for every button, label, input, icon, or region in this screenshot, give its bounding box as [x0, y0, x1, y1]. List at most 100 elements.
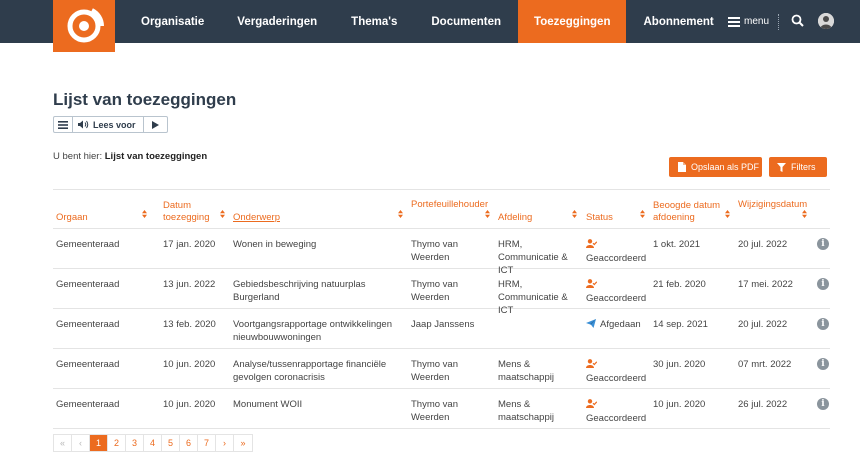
nav-item-themas[interactable]: Thema's	[334, 0, 414, 43]
column-header-onderwerp-label: Onderwerp	[233, 212, 280, 223]
cell-portfolio: Thymo van Weerden	[411, 239, 458, 263]
user-check-icon	[586, 279, 598, 292]
sort-icon[interactable]	[142, 210, 147, 218]
info-icon[interactable]: i	[817, 278, 829, 290]
sort-icon[interactable]	[802, 210, 807, 218]
column-header-datum[interactable]: Datum toezegging	[163, 190, 209, 230]
cell-due: 10 jun. 2020	[653, 399, 706, 410]
nav-item-organisatie[interactable]: Organisatie	[124, 0, 220, 43]
menu-button[interactable]: menu	[728, 0, 769, 43]
readspeaker-listen-button[interactable]: Lees voor	[73, 117, 143, 132]
user-check-icon	[586, 239, 598, 252]
status-label: Geaccordeerd	[586, 293, 647, 304]
sort-icon[interactable]	[640, 210, 645, 218]
table-row: Gemeenteraad 13 feb. 2020 Voortgangsrappor…	[53, 309, 830, 349]
pagination-page-1[interactable]: 1	[90, 435, 108, 451]
pagination-page-6[interactable]: 6	[180, 435, 198, 451]
user-check-icon	[586, 399, 598, 412]
column-header-wijzigingsdatum-label: Wijzigingsdatum	[738, 199, 808, 210]
cell-modified: 07 mrt. 2022	[738, 359, 792, 370]
sort-icon[interactable]	[398, 210, 403, 218]
nav-item-vergaderingen[interactable]: Vergaderingen	[220, 0, 334, 43]
info-icon[interactable]: i	[817, 358, 829, 370]
cell-organ: Gemeenteraad	[56, 359, 120, 370]
pagination-last-button[interactable]: »	[234, 435, 252, 451]
readspeaker-menu-button[interactable]	[54, 117, 73, 132]
sort-icon[interactable]	[220, 210, 225, 218]
column-header-beoogde-datum[interactable]: Beoogde datum afdoening	[653, 190, 720, 230]
info-icon[interactable]: i	[817, 238, 829, 250]
column-header-onderwerp[interactable]: Onderwerp	[233, 190, 280, 230]
column-header-datum-label-1: Datum	[163, 200, 191, 211]
nav-item-abonnement[interactable]: Abonnement	[626, 0, 730, 43]
table-row: Gemeenteraad 10 jun. 2020 Monument WOII Thy…	[53, 389, 830, 429]
cell-organ: Gemeenteraad	[56, 279, 120, 290]
pagination-prev-button[interactable]: ‹	[72, 435, 90, 451]
menu-label: menu	[744, 16, 770, 27]
column-header-orgaan[interactable]: Orgaan	[56, 190, 88, 230]
table-header: Orgaan Datum toezegging Onderwerp Portefe…	[53, 189, 830, 229]
pagination-page-4[interactable]: 4	[144, 435, 162, 451]
cell-organ: Gemeenteraad	[56, 399, 120, 410]
nav-item-toezeggingen[interactable]: Toezeggingen	[518, 0, 627, 43]
main-nav: Organisatie Vergaderingen Thema's Docume…	[124, 0, 731, 43]
column-header-status-label: Status	[586, 212, 613, 223]
sort-icon[interactable]	[485, 210, 490, 218]
nav-divider	[778, 14, 779, 30]
cell-subject: Voortgangsrapportage ontwikkelingen nieu…	[233, 319, 392, 343]
column-header-datum-label-2: toezegging	[163, 212, 210, 223]
cell-portfolio: Thymo van Weerden	[411, 279, 458, 303]
column-header-portefeuillehouder[interactable]: Portefeuillehouder	[411, 190, 488, 230]
pagination-page-2[interactable]: 2	[108, 435, 126, 451]
readspeaker-play-button[interactable]	[143, 117, 167, 132]
user-avatar[interactable]	[818, 13, 834, 29]
cell-subject: Wonen in beweging	[233, 239, 317, 250]
info-icon[interactable]: i	[817, 398, 829, 410]
filters-label: Filters	[791, 162, 816, 172]
save-pdf-button[interactable]: Opslaan als PDF	[669, 157, 762, 177]
user-check-icon	[586, 359, 598, 372]
nav-item-documenten[interactable]: Documenten	[414, 0, 518, 43]
breadcrumb: U bent hier: Lijst van toezeggingen	[53, 151, 207, 162]
column-header-beoogde-datum-label-2: afdoening	[653, 212, 695, 223]
cell-subject: Gebiedsbeschrijving natuurplas Burgerlan…	[233, 279, 366, 303]
column-header-afdeling[interactable]: Afdeling	[498, 190, 532, 230]
speaker-icon	[78, 120, 89, 129]
status-label: Geaccordeerd	[586, 413, 647, 424]
cell-portfolio: Thymo van Weerden	[411, 359, 458, 383]
sort-icon[interactable]	[572, 210, 577, 218]
column-header-afdeling-label: Afdeling	[498, 212, 533, 223]
sort-icon[interactable]	[725, 210, 730, 218]
site-logo[interactable]	[53, 0, 115, 52]
status-label: Geaccordeerd	[586, 253, 647, 264]
pagination-page-5[interactable]: 5	[162, 435, 180, 451]
cell-date: 13 jun. 2022	[163, 279, 216, 290]
column-header-wijzigingsdatum[interactable]: Wijzigingsdatum	[738, 190, 807, 230]
column-header-beoogde-datum-label-1: Beoogde datum	[653, 200, 721, 211]
cell-date: 10 jun. 2020	[163, 359, 216, 370]
cell-due: 30 jun. 2020	[653, 359, 706, 370]
cell-date: 10 jun. 2020	[163, 399, 216, 410]
cell-modified: 26 jul. 2022	[738, 399, 788, 410]
cell-organ: Gemeenteraad	[56, 239, 120, 250]
paper-plane-icon	[586, 319, 596, 332]
info-icon[interactable]: i	[817, 318, 829, 330]
pagination-page-7[interactable]: 7	[198, 435, 216, 451]
save-pdf-label: Opslaan als PDF	[691, 162, 760, 172]
pagination-next-button[interactable]: ›	[216, 435, 234, 451]
breadcrumb-current: Lijst van toezeggingen	[104, 151, 208, 162]
cell-portfolio: Jaap Janssens	[411, 319, 475, 330]
search-button[interactable]	[790, 13, 806, 29]
play-icon	[152, 120, 159, 129]
pagination: « ‹ 1 2 3 4 5 6 7 › »	[53, 434, 253, 452]
cell-status: Afgedaan	[586, 318, 650, 332]
pagination-page-3[interactable]: 3	[126, 435, 144, 451]
cell-status: Geaccordeerd	[586, 398, 650, 425]
filters-button[interactable]: Filters	[769, 157, 827, 177]
pagination-first-button[interactable]: «	[54, 435, 72, 451]
column-header-status[interactable]: Status	[586, 190, 613, 230]
cell-portfolio: Thymo van Weerden	[411, 399, 458, 423]
cell-modified: 17 mei. 2022	[738, 279, 793, 290]
readspeaker-widget: Lees voor	[53, 116, 168, 133]
cell-status: Geaccordeerd	[586, 238, 650, 265]
